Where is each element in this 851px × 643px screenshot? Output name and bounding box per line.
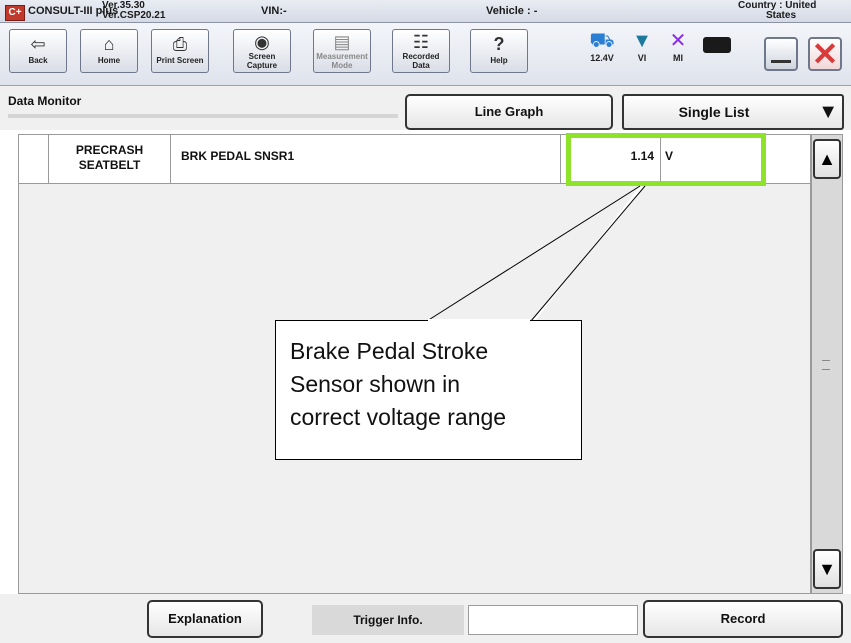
callout-text: Brake Pedal Stroke Sensor shown in corre… <box>290 335 506 434</box>
footer-bar: Explanation Trigger Info. Record <box>0 594 851 643</box>
callout-notch-mask <box>428 319 530 322</box>
callout-line-1: Brake Pedal Stroke <box>290 338 489 364</box>
annotation-callout: Brake Pedal Stroke Sensor shown in corre… <box>275 320 582 460</box>
trigger-info-field <box>468 605 638 635</box>
callout-line-2: Sensor shown in <box>290 371 461 397</box>
callout-line-3: correct voltage range <box>290 404 507 430</box>
trigger-info-label: Trigger Info. <box>312 605 464 635</box>
explanation-button[interactable]: Explanation <box>147 600 263 638</box>
record-button[interactable]: Record <box>643 600 843 638</box>
